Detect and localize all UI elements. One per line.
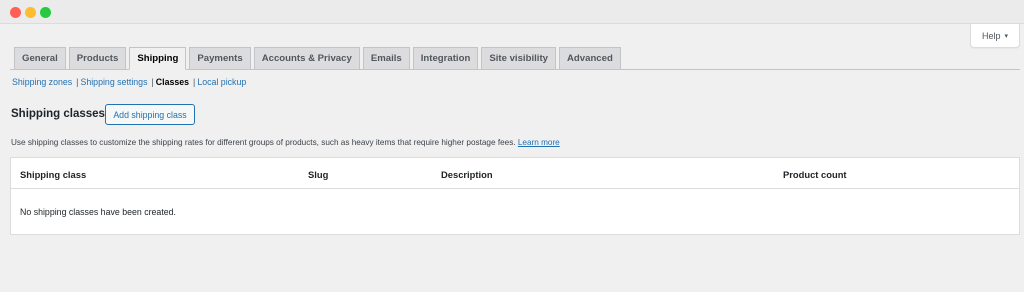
tab-advanced[interactable]: Advanced	[558, 47, 621, 70]
shipping-subnav: Shipping zones | Shipping settings | Cla…	[12, 77, 246, 87]
caret-down-icon: ▾	[1004, 32, 1009, 40]
section-description: Use shipping classes to customize the sh…	[11, 138, 560, 147]
close-window-icon[interactable]	[10, 7, 21, 18]
subnav-classes[interactable]: Classes	[156, 77, 189, 87]
tab-site-visibility[interactable]: Site visibility	[481, 47, 556, 70]
column-header-product-count: Product count	[783, 169, 847, 180]
subnav-separator: |	[76, 77, 79, 87]
learn-more-link[interactable]: Learn more	[518, 138, 560, 147]
tab-general[interactable]: General	[14, 47, 66, 70]
tab-shipping[interactable]: Shipping	[129, 47, 187, 70]
subnav-shipping-zones[interactable]: Shipping zones	[12, 77, 72, 87]
tab-emails[interactable]: Emails	[362, 47, 410, 70]
subnav-separator: |	[193, 77, 196, 87]
tab-integration[interactable]: Integration	[412, 47, 479, 70]
column-header-slug: Slug	[308, 169, 329, 180]
tab-accounts-privacy[interactable]: Accounts & Privacy	[253, 47, 360, 70]
tab-payments[interactable]: Payments	[189, 47, 251, 70]
settings-tabs: General Products Shipping Payments Accou…	[14, 47, 621, 70]
zoom-window-icon[interactable]	[40, 7, 51, 18]
minimize-window-icon[interactable]	[25, 7, 36, 18]
help-label: Help	[981, 30, 1001, 41]
description-text: Use shipping classes to customize the sh…	[11, 138, 516, 147]
add-shipping-class-button[interactable]: Add shipping class	[105, 104, 195, 125]
column-header-shipping-class: Shipping class	[20, 169, 87, 180]
shipping-classes-table: Shipping class Slug Description Product …	[10, 157, 1020, 235]
table-header: Shipping class Slug Description Product …	[11, 158, 1019, 189]
tab-products[interactable]: Products	[68, 47, 127, 70]
help-button[interactable]: Help ▾	[970, 24, 1020, 48]
column-header-description: Description	[441, 169, 493, 180]
empty-state-message: No shipping classes have been created.	[20, 207, 176, 217]
window-titlebar	[0, 0, 1024, 24]
subnav-separator: |	[151, 77, 154, 87]
subnav-shipping-settings[interactable]: Shipping settings	[80, 77, 147, 87]
page-title: Shipping classes	[11, 108, 105, 120]
subnav-local-pickup[interactable]: Local pickup	[197, 77, 246, 87]
